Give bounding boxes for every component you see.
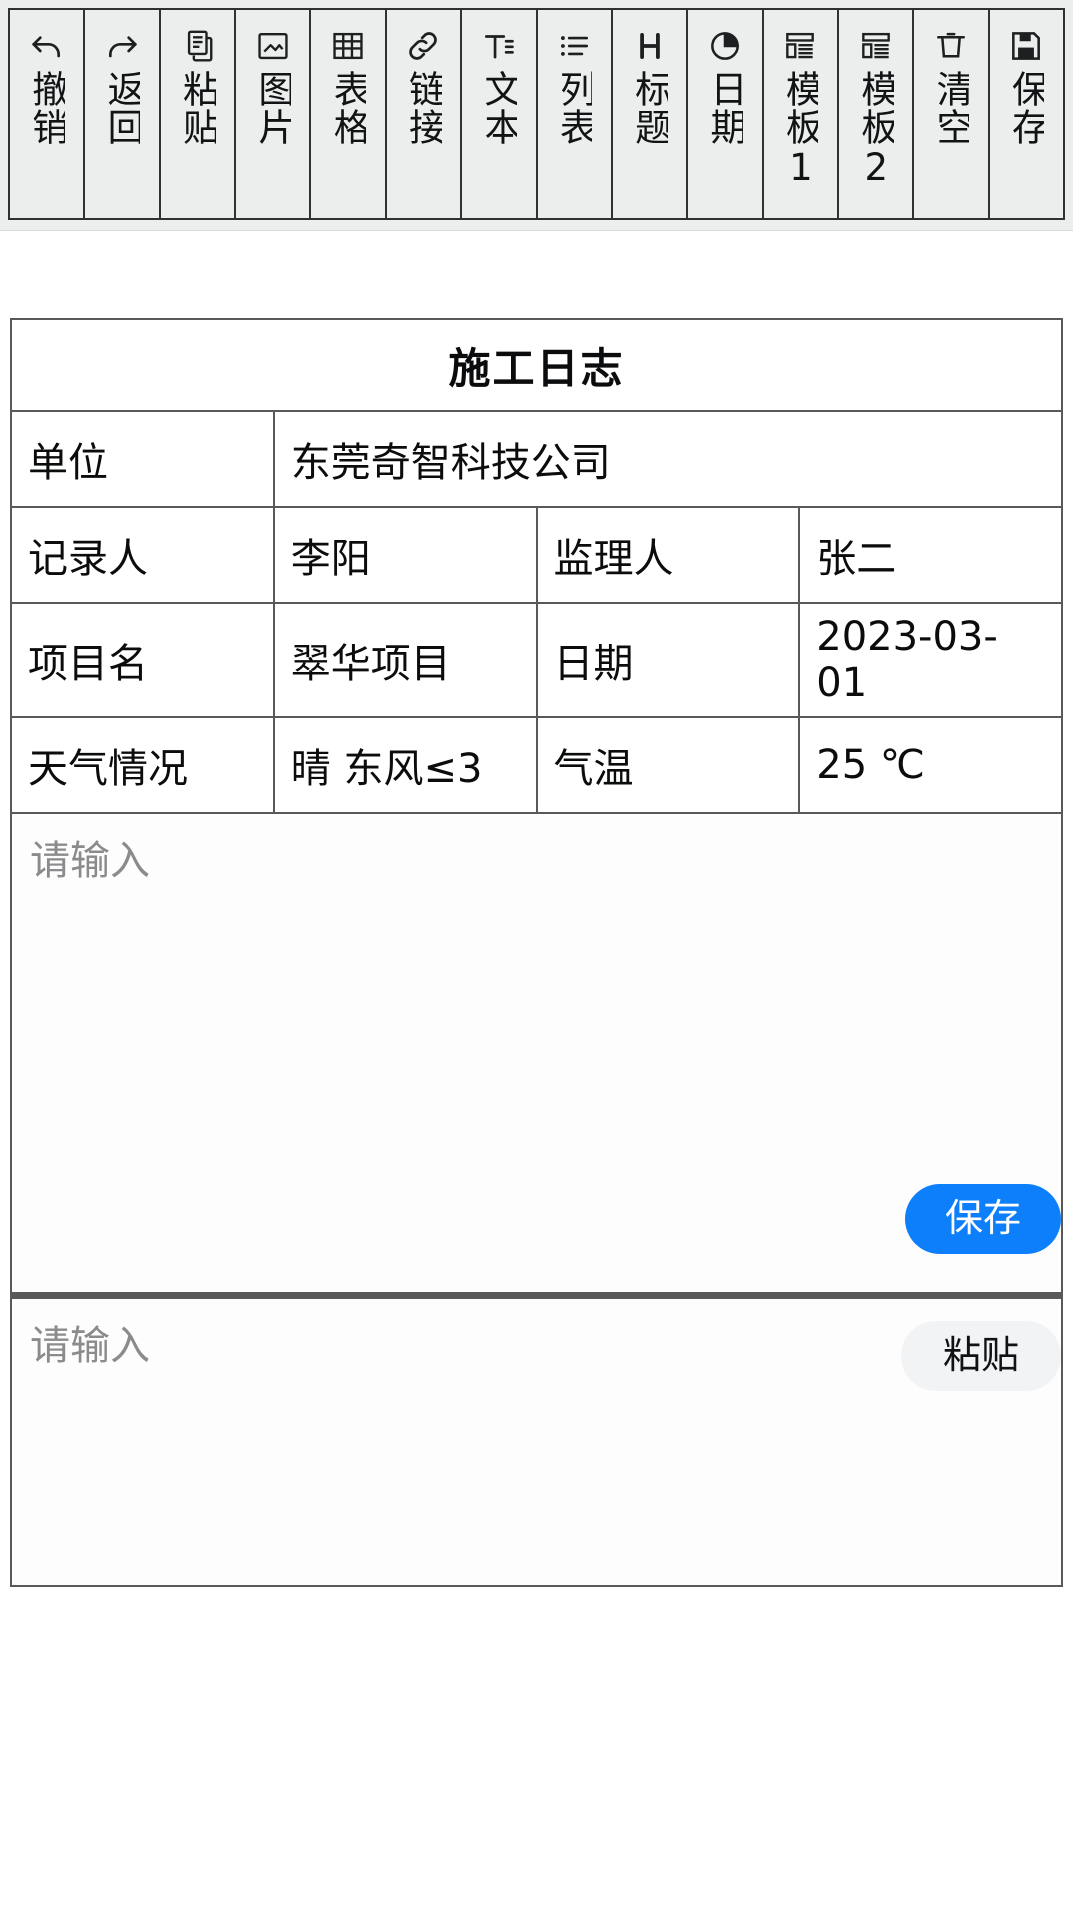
toolbar-label-image: 图片	[255, 70, 291, 218]
redo-icon	[102, 24, 142, 68]
field-value-temperature[interactable]: 25 ℃	[799, 717, 1062, 813]
toolbar-label-text: 文本	[481, 70, 517, 218]
heading-icon	[631, 24, 669, 68]
toolbar-button-text[interactable]: 文本	[462, 10, 537, 218]
table-row: 记录人 李阳 监理人 张二	[11, 507, 1062, 603]
save-icon	[1007, 24, 1045, 68]
trash-icon	[932, 24, 970, 68]
toolbar-label-heading: 标题	[631, 70, 667, 218]
table-row: 单位 东莞奇智科技公司	[11, 411, 1062, 507]
field-value-supervisor[interactable]: 张二	[799, 507, 1062, 603]
toolbar-label-clear: 清空	[933, 70, 969, 218]
toolbar-strip: 撤销 返回 粘贴	[8, 8, 1065, 220]
document-sheet: 施工日志 单位 东莞奇智科技公司 记录人 李阳 监理人 张二 项目名 翠华项目 …	[10, 318, 1063, 1587]
table-row: 天气情况 晴 东风≤3 气温 25 ℃	[11, 717, 1062, 813]
image-icon	[254, 24, 292, 68]
toolbar-button-date[interactable]: 日期	[688, 10, 763, 218]
field-value-project[interactable]: 翠华项目	[274, 603, 537, 717]
field-label-weather: 天气情况	[11, 717, 274, 813]
field-label-project: 项目名	[11, 603, 274, 717]
field-value-date[interactable]: 2023-03-01	[799, 603, 1062, 717]
field-label-temperature: 气温	[537, 717, 800, 813]
list-icon	[555, 24, 593, 68]
date-icon	[706, 24, 744, 68]
template-icon	[857, 24, 895, 68]
toolbar-button-save[interactable]: 保存	[990, 10, 1063, 218]
content-editor[interactable]: 请输入 保存	[10, 814, 1063, 1294]
text-icon	[480, 24, 518, 68]
toolbar-label-table: 表格	[330, 70, 366, 218]
editor-toolbar: 撤销 返回 粘贴	[0, 0, 1073, 231]
toolbar-label-list: 列表	[556, 70, 592, 218]
undo-icon	[27, 24, 67, 68]
toolbar-label-template-1: 模板1	[782, 70, 818, 218]
notes-editor[interactable]: 请输入 粘贴	[10, 1299, 1063, 1587]
field-value-unit[interactable]: 东莞奇智科技公司	[274, 411, 1062, 507]
field-label-supervisor: 监理人	[537, 507, 800, 603]
paste-icon	[178, 24, 216, 68]
toolbar-button-image[interactable]: 图片	[236, 10, 311, 218]
toolbar-label-date: 日期	[707, 70, 743, 218]
field-label-date: 日期	[537, 603, 800, 717]
paste-button[interactable]: 粘贴	[901, 1321, 1061, 1391]
field-value-weather[interactable]: 晴 东风≤3	[274, 717, 537, 813]
link-icon	[404, 24, 442, 68]
toolbar-label-undo: 撤销	[29, 70, 65, 218]
toolbar-label-redo: 返回	[104, 70, 140, 218]
toolbar-button-table[interactable]: 表格	[311, 10, 386, 218]
template-icon	[781, 24, 819, 68]
toolbar-button-list[interactable]: 列表	[538, 10, 613, 218]
toolbar-button-clear[interactable]: 清空	[914, 10, 989, 218]
content-editor-placeholder: 请输入	[30, 828, 150, 886]
toolbar-button-heading[interactable]: 标题	[613, 10, 688, 218]
toolbar-button-template-1[interactable]: 模板1	[764, 10, 839, 218]
field-label-recorder: 记录人	[11, 507, 274, 603]
page-title: 施工日志	[11, 319, 1062, 411]
table-row-title: 施工日志	[11, 319, 1062, 411]
save-button[interactable]: 保存	[905, 1184, 1061, 1254]
toolbar-button-link[interactable]: 链接	[387, 10, 462, 218]
toolbar-label-paste: 粘贴	[179, 70, 215, 218]
toolbar-button-undo[interactable]: 撤销	[10, 10, 85, 218]
toolbar-label-template-2: 模板2	[858, 70, 894, 218]
toolbar-label-save: 保存	[1008, 70, 1044, 218]
table-icon	[329, 24, 367, 68]
toolbar-button-paste[interactable]: 粘贴	[161, 10, 236, 218]
field-value-recorder[interactable]: 李阳	[274, 507, 537, 603]
field-label-unit: 单位	[11, 411, 274, 507]
table-row: 项目名 翠华项目 日期 2023-03-01	[11, 603, 1062, 717]
toolbar-label-link: 链接	[405, 70, 441, 218]
notes-editor-placeholder: 请输入	[30, 1313, 150, 1371]
toolbar-button-redo[interactable]: 返回	[85, 10, 160, 218]
toolbar-button-template-2[interactable]: 模板2	[839, 10, 914, 218]
construction-log-table: 施工日志 单位 东莞奇智科技公司 记录人 李阳 监理人 张二 项目名 翠华项目 …	[10, 318, 1063, 814]
